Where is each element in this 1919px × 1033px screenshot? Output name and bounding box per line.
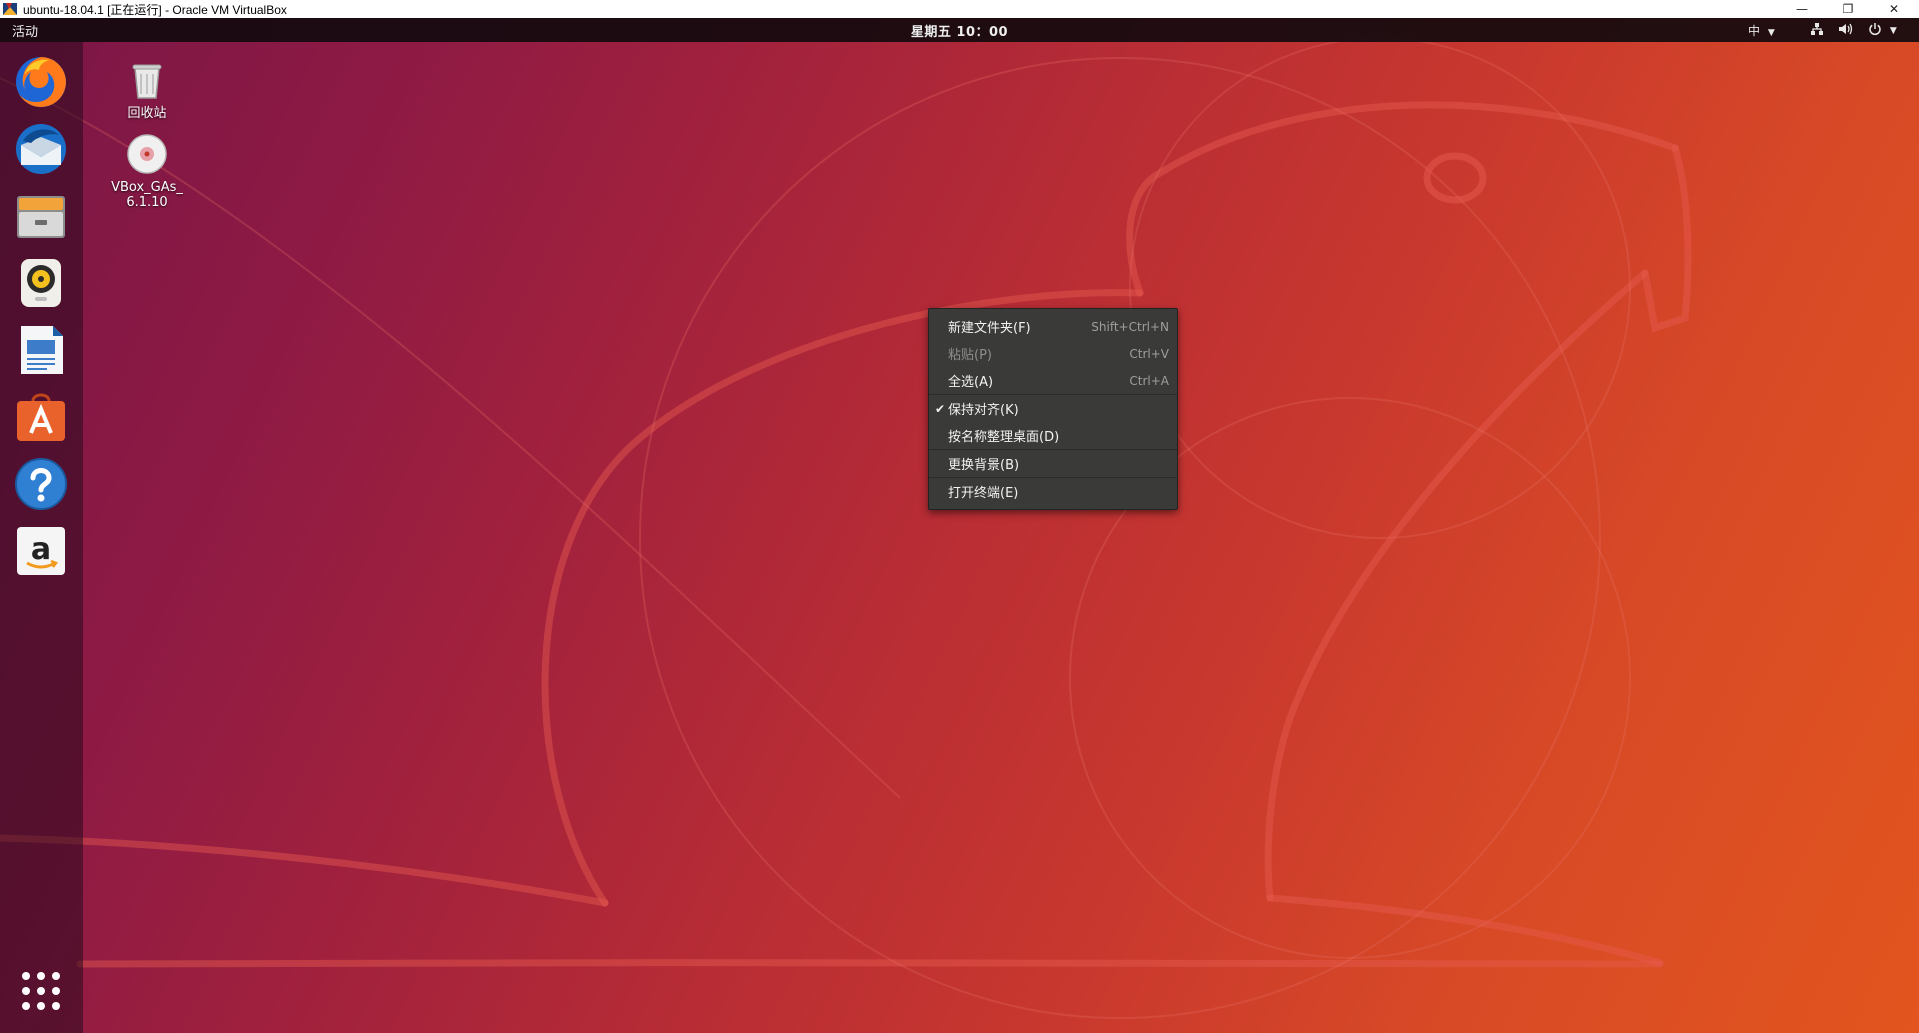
minimize-button[interactable]: — (1779, 0, 1825, 18)
close-button[interactable]: ✕ (1871, 0, 1917, 18)
host-window-title: ubuntu-18.04.1 [正在运行] - Oracle VM Virtua… (23, 2, 287, 17)
svg-text:a: a (31, 532, 51, 567)
clock-button[interactable]: 星期五 10：00 (0, 21, 1919, 40)
menu-item-label: 保持对齐(K) (948, 403, 1019, 418)
gnome-top-bar: 活动 星期五 10：00 中 ▼ ▼ (0, 18, 1919, 42)
network-icon[interactable] (1810, 22, 1824, 39)
desktop-icon-label: 回收站 (127, 106, 167, 121)
firefox-icon[interactable] (10, 51, 72, 113)
menu-item-shortcut: Ctrl+V (1129, 346, 1169, 361)
input-method-label: 中 (1748, 24, 1761, 38)
host-title-bar: ubuntu-18.04.1 [正在运行] - Oracle VM Virtua… (0, 0, 1919, 18)
menu-item-shortcut: Ctrl+A (1129, 373, 1169, 388)
desktop-context-menu: 新建文件夹(F) Shift+Ctrl+N 粘贴(P) Ctrl+V 全选(A)… (928, 308, 1178, 510)
files-icon[interactable] (10, 185, 72, 247)
volume-icon[interactable] (1838, 22, 1854, 39)
desktop-icon-trash[interactable]: 回收站 (99, 58, 195, 121)
desktop-icon-label: VBox_GAs_ (111, 180, 183, 195)
guest-desktop[interactable]: 活动 星期五 10：00 中 ▼ ▼ a 回收站 VBox_GAs_ 6.1.1… (0, 18, 1919, 1033)
menu-item-paste: 粘贴(P) Ctrl+V (929, 340, 1177, 367)
trash-icon (132, 64, 162, 99)
checkmark-icon: ✔ (935, 401, 946, 416)
menu-item-label: 新建文件夹(F) (948, 321, 1031, 336)
menu-item-label: 粘贴(P) (948, 348, 992, 363)
show-applications-button[interactable] (17, 967, 65, 1015)
chevron-down-icon: ▼ (1889, 26, 1897, 36)
menu-item-label: 更换背景(B) (948, 458, 1020, 473)
rhythmbox-icon[interactable] (10, 252, 72, 314)
ubuntu-dock: a (0, 42, 83, 1033)
menu-item-select-all[interactable]: 全选(A) Ctrl+A (929, 367, 1177, 394)
disc-icon (127, 134, 167, 174)
power-menu[interactable]: ▼ (1868, 22, 1897, 39)
wallpaper-beaver-art (0, 37, 1692, 1019)
libreoffice-writer-icon[interactable] (10, 319, 72, 381)
amazon-icon[interactable]: a (10, 520, 72, 582)
desktop-icon-label-line2: 6.1.10 (126, 195, 168, 210)
ubuntu-software-icon[interactable] (10, 386, 72, 448)
menu-item-keep-aligned[interactable]: ✔ 保持对齐(K) (929, 395, 1177, 422)
thunderbird-icon[interactable] (10, 118, 72, 180)
menu-item-new-folder[interactable]: 新建文件夹(F) Shift+Ctrl+N (929, 313, 1177, 340)
chevron-down-icon: ▼ (1767, 28, 1775, 38)
power-icon (1869, 23, 1881, 36)
input-method-indicator[interactable]: 中 ▼ (1748, 22, 1775, 39)
virtualbox-app-icon (2, 1, 18, 17)
help-icon[interactable] (10, 453, 72, 515)
menu-item-shortcut: Shift+Ctrl+N (1091, 319, 1169, 334)
menu-item-change-background[interactable]: 更换背景(B) (929, 450, 1177, 477)
menu-item-label: 按名称整理桌面(D) (948, 430, 1060, 445)
menu-item-label: 全选(A) (948, 375, 994, 390)
restore-button[interactable]: ❐ (1825, 0, 1871, 18)
desktop-icon-vbox-gas[interactable]: VBox_GAs_ 6.1.10 (99, 132, 195, 210)
menu-item-label: 打开终端(E) (948, 486, 1019, 501)
menu-item-open-terminal[interactable]: 打开终端(E) (929, 478, 1177, 505)
menu-item-organize-by-name[interactable]: 按名称整理桌面(D) (929, 422, 1177, 449)
